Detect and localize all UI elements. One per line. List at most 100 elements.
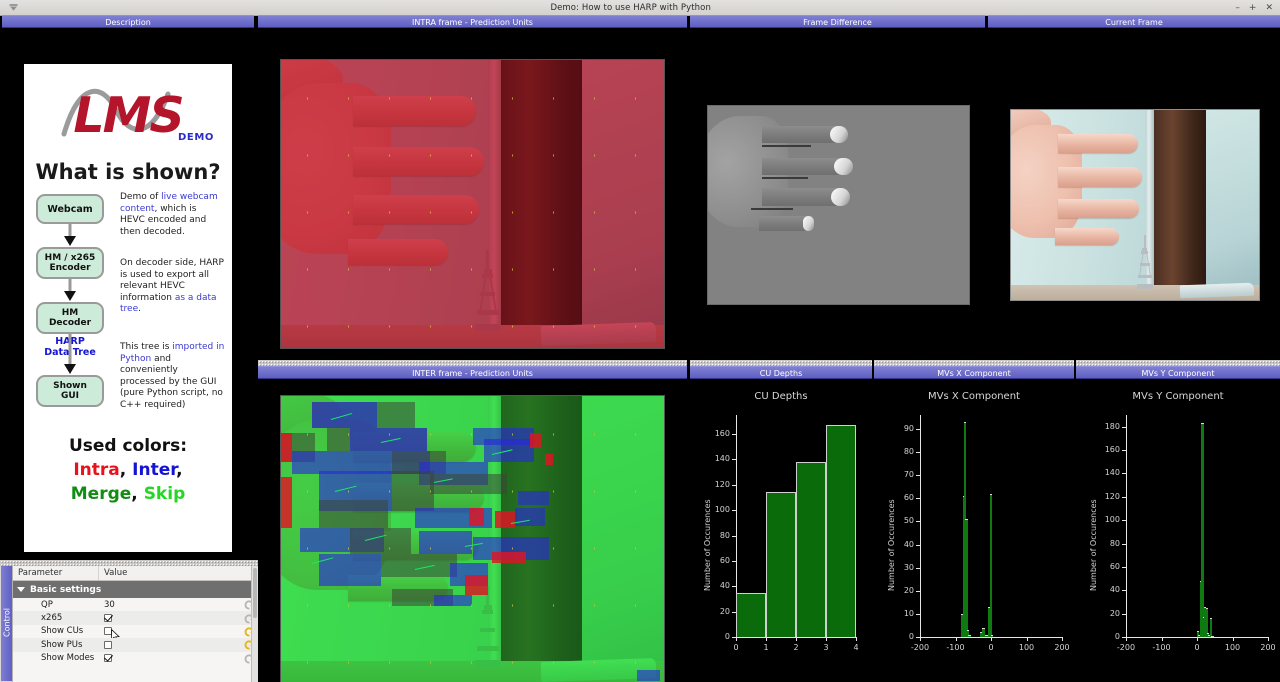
parameter-table-scrollbar[interactable] <box>251 566 258 682</box>
flow-node-encoder-label-2: Encoder <box>49 263 91 273</box>
y-axis <box>1126 415 1127 637</box>
parameter-table-header: Parameter Value <box>13 566 258 581</box>
mvs-x-chart[interactable]: MVs X Component Number of Occurences 0 10… <box>874 379 1074 682</box>
y-tick-label: 60 <box>1109 561 1120 571</box>
y-tick-label: 0 <box>908 632 914 641</box>
y-tick <box>1122 590 1126 592</box>
panel-intra-body <box>258 28 687 352</box>
row-name: Show Modes <box>41 653 95 664</box>
y-tick <box>916 567 920 569</box>
window-menu-button[interactable] <box>0 3 26 12</box>
y-tick-label: 100 <box>714 505 730 515</box>
table-row[interactable]: QP 30 <box>13 598 258 611</box>
y-tick-label: 80 <box>719 530 730 540</box>
inter-mode-markers <box>281 396 664 682</box>
y-tick-label: 60 <box>903 493 914 503</box>
y-tick <box>732 459 736 461</box>
panel-inter-grip[interactable] <box>258 360 687 366</box>
x-tick-label: 200 <box>1054 643 1070 652</box>
mvs-y-plot-area: 0 20 40 60 80 100 120 140 160 180 -200 -100 0 100 200 <box>1105 415 1276 652</box>
panel-description-title[interactable]: Description <box>2 15 254 28</box>
description-paragraph-2: On decoder side, HARP is used to export … <box>120 258 224 316</box>
panel-inter-title[interactable]: INTER frame - Prediction Units <box>258 366 687 379</box>
qp-value[interactable]: 30 <box>104 600 115 610</box>
y-tick <box>1122 496 1126 498</box>
column-header-value[interactable]: Value <box>99 566 127 580</box>
table-row[interactable]: Show PUs <box>13 638 258 652</box>
panel-mvs-x-title[interactable]: MVs X Component <box>874 366 1074 379</box>
y-tick-label: 120 <box>714 479 730 489</box>
x-tick <box>796 637 797 641</box>
description-paragraph-3: This tree is imported in Python and conv… <box>120 342 226 411</box>
y-tick <box>732 560 736 562</box>
table-row[interactable]: Show Modes <box>13 652 258 665</box>
show-cus-checkbox[interactable] <box>104 627 112 636</box>
show-pus-checkbox[interactable] <box>104 640 112 649</box>
dropdown-icon <box>9 4 17 11</box>
bar <box>766 492 796 637</box>
y-tick <box>1122 426 1126 428</box>
frame-difference-image <box>708 106 969 304</box>
panel-current-frame-title[interactable]: Current Frame <box>988 15 1280 28</box>
window-minimize-button[interactable]: – <box>1235 0 1240 16</box>
panel-cu-depths-title[interactable]: CU Depths <box>690 366 872 379</box>
current-scene <box>1011 110 1259 300</box>
y-tick <box>1122 613 1126 615</box>
panel-frame-difference-title[interactable]: Frame Difference <box>690 15 985 28</box>
collapse-triangle-icon[interactable] <box>17 587 25 592</box>
window-title: Demo: How to use HARP with Python <box>550 2 711 13</box>
used-colors-heading: Used colors: <box>68 436 188 456</box>
intra-frame-image <box>281 60 664 348</box>
panel-current-frame: Current Frame <box>988 15 1280 352</box>
y-tick <box>916 452 920 453</box>
group-row-basic-settings[interactable]: Basic settings <box>13 581 258 598</box>
panel-mvs-y-grip[interactable] <box>1076 360 1280 366</box>
flow-node-gui-label-2: GUI <box>60 391 80 401</box>
group-row-label: Basic settings <box>30 584 102 595</box>
panel-cu-depths-body: CU Depths Number of Occurences 0 20 40 60 80… <box>690 379 872 682</box>
y-tick <box>1122 473 1126 475</box>
control-tab[interactable]: Control <box>1 566 12 681</box>
intra-video-surface[interactable] <box>280 59 665 349</box>
y-tick <box>1122 566 1126 568</box>
panel-mvs-y-title[interactable]: MVs Y Component <box>1076 366 1280 379</box>
window-close-button[interactable]: ✕ <box>1265 0 1273 16</box>
flow-node-webcam-label: Webcam <box>47 203 93 215</box>
window-maximize-button[interactable]: + <box>1249 0 1257 16</box>
flow-node-gui-label-1: Shown <box>53 381 87 391</box>
hand-object <box>1011 110 1150 258</box>
y-tick-label: 40 <box>719 581 730 591</box>
current-frame-surface[interactable] <box>1010 109 1260 301</box>
panel-mvs-x-grip[interactable] <box>874 360 1074 366</box>
x-tick-label: 200 <box>1260 643 1276 652</box>
control-tab-label: Control <box>2 608 12 637</box>
cu-depths-chart-title: CU Depths <box>754 391 808 402</box>
frame-difference-surface[interactable] <box>707 105 970 305</box>
y-tick <box>916 521 920 523</box>
panel-intra-title[interactable]: INTRA frame - Prediction Units <box>258 15 687 28</box>
table-row[interactable]: x265 <box>13 611 258 625</box>
x-tick-label: 0 <box>1194 643 1200 652</box>
show-modes-checkbox[interactable] <box>104 654 112 663</box>
y-tick-label: 20 <box>1109 608 1120 618</box>
color-term-skip: Skip <box>143 484 186 504</box>
row-value <box>99 640 258 649</box>
mvs-y-chart[interactable]: MVs Y Component Number of Occurences 0 20… <box>1076 379 1280 682</box>
inter-video-surface[interactable] <box>280 395 665 682</box>
y-axis <box>920 415 921 637</box>
x265-checkbox[interactable] <box>104 614 112 623</box>
bar <box>1209 618 1213 637</box>
panel-mvs-x: MVs X Component MVs X Component Number o… <box>874 360 1074 682</box>
color-term-merge: Merge <box>70 484 132 504</box>
flow-diagram: Webcam HM / x265 Encoder HM Decoder Data… <box>34 194 114 444</box>
bar <box>826 425 856 637</box>
table-row[interactable]: Show CUs <box>13 625 258 642</box>
cu-depths-chart[interactable]: CU Depths Number of Occurences 0 20 40 60 80… <box>690 379 872 682</box>
x-tick <box>1062 637 1063 641</box>
svg-text:LMS: LMS <box>73 87 182 144</box>
row-name: x265 <box>41 613 63 624</box>
column-header-parameter[interactable]: Parameter <box>13 566 99 580</box>
y-tick-label: 10 <box>903 608 914 618</box>
scrollbar-thumb[interactable] <box>253 568 257 618</box>
panel-cu-depths-grip[interactable] <box>690 360 872 366</box>
